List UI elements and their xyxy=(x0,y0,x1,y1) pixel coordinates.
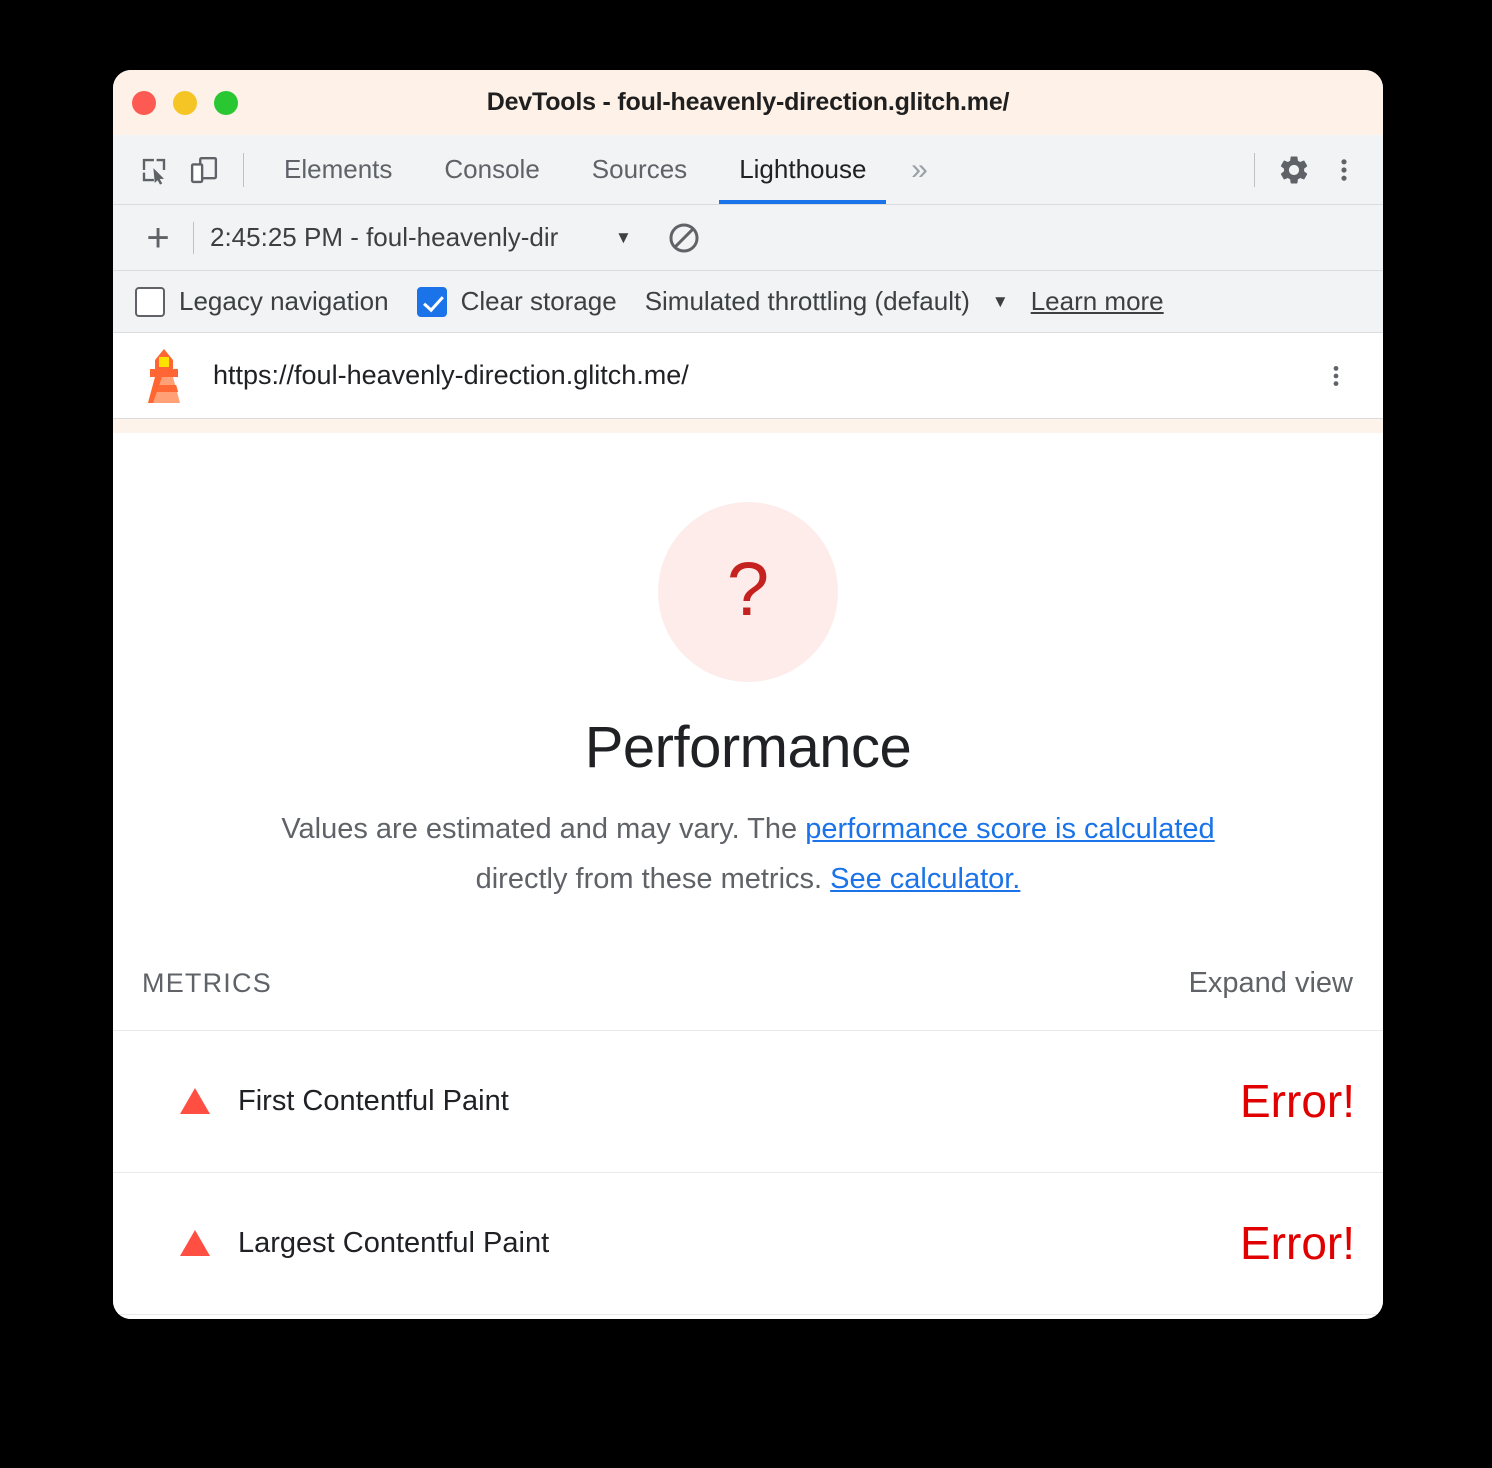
report-select[interactable]: 2:45:25 PM - foul-heavenly-dir ▼ xyxy=(210,222,632,253)
checkbox-label: Clear storage xyxy=(460,286,617,316)
close-button[interactable] xyxy=(132,90,156,115)
screenshot-root: DevTools - foul-heavenly-direction.glitc… xyxy=(0,0,1492,1468)
new-report-button[interactable]: + xyxy=(135,215,181,261)
description-part-2: directly from these metrics. xyxy=(475,862,831,895)
tab-label: Sources xyxy=(591,154,688,184)
checkbox-box xyxy=(416,286,447,317)
device-toolbar-icon[interactable] xyxy=(179,145,229,195)
metrics-header: METRICS Expand view xyxy=(113,967,1383,1000)
report-url: https://foul-heavenly-direction.glitch.m… xyxy=(213,360,689,390)
minimize-button[interactable] xyxy=(173,90,197,115)
metrics-list: First Contentful Paint Error! Largest Co… xyxy=(113,1029,1383,1315)
report-url-bar: https://foul-heavenly-direction.glitch.m… xyxy=(113,333,1383,419)
tab-sources[interactable]: Sources xyxy=(566,135,713,204)
metric-value: Error! xyxy=(1240,1075,1355,1128)
metric-name: First Contentful Paint xyxy=(238,1084,509,1117)
report-menu-button[interactable] xyxy=(1323,333,1349,418)
warning-triangle-icon xyxy=(180,1088,210,1115)
tab-label: Console xyxy=(444,154,540,184)
lighthouse-settings-row: Legacy navigation Clear storage Simulate… xyxy=(113,271,1383,333)
expand-view-toggle[interactable]: Expand view xyxy=(1189,967,1353,1000)
checkbox-box xyxy=(135,286,165,317)
window-controls xyxy=(132,70,238,135)
description-part-1: Values are estimated and may vary. The xyxy=(281,813,806,845)
window-titlebar: DevTools - foul-heavenly-direction.glitc… xyxy=(113,70,1383,135)
legacy-navigation-checkbox[interactable]: Legacy navigation xyxy=(135,286,389,317)
tab-lighthouse[interactable]: Lighthouse xyxy=(713,135,892,204)
see-calculator-link[interactable]: See calculator. xyxy=(830,863,1020,895)
table-row[interactable]: First Contentful Paint Error! xyxy=(113,1031,1383,1173)
score-value: ? xyxy=(726,547,770,632)
category-description: Values are estimated and may vary. The p… xyxy=(113,805,1383,905)
chevron-down-icon: ▼ xyxy=(615,227,632,247)
score-gauge-container: ? xyxy=(113,502,1383,682)
learn-more-link[interactable]: Learn more xyxy=(1031,286,1164,317)
lighthouse-icon xyxy=(137,347,191,405)
report-select-value: 2:45:25 PM - foul-heavenly-dir xyxy=(210,222,559,252)
metrics-section-title: METRICS xyxy=(142,967,272,998)
panel-tabs: Elements Console Sources Lighthouse » xyxy=(258,135,946,204)
tab-label: Elements xyxy=(284,154,393,184)
tab-label: Lighthouse xyxy=(739,154,867,184)
category-title: Performance xyxy=(584,715,912,780)
performance-score-link[interactable]: performance score is calculated xyxy=(805,813,1214,845)
report-header-strip xyxy=(113,419,1383,433)
warning-triangle-icon xyxy=(180,1230,210,1257)
clear-storage-checkbox[interactable]: Clear storage xyxy=(416,286,617,317)
table-row[interactable]: Largest Contentful Paint Error! xyxy=(113,1173,1383,1315)
toolbar-divider xyxy=(243,152,244,187)
more-tabs-icon[interactable]: » xyxy=(892,135,946,204)
zoom-button[interactable] xyxy=(214,90,238,115)
toolbar-divider xyxy=(193,221,194,254)
throttling-select-value[interactable]: Simulated throttling (default) xyxy=(645,286,970,317)
devtools-window: DevTools - foul-heavenly-direction.glitc… xyxy=(113,70,1383,1319)
no-entry-icon[interactable] xyxy=(662,216,706,260)
tabbar-actions xyxy=(1240,135,1369,204)
gear-icon[interactable] xyxy=(1269,145,1319,195)
window-title: DevTools - foul-heavenly-direction.glitc… xyxy=(486,88,1010,116)
lighthouse-run-toolbar: + 2:45:25 PM - foul-heavenly-dir ▼ xyxy=(113,205,1383,271)
lighthouse-report: ? Performance Values are estimated and m… xyxy=(113,502,1383,1319)
metric-value: Error! xyxy=(1240,1217,1355,1270)
kebab-menu-icon[interactable] xyxy=(1319,145,1369,195)
toolbar-divider xyxy=(1254,152,1255,187)
chevron-down-icon[interactable]: ▼ xyxy=(992,292,1009,312)
checkbox-label: Legacy navigation xyxy=(179,286,389,316)
metric-name: Largest Contentful Paint xyxy=(238,1226,550,1259)
performance-score-gauge: ? xyxy=(658,502,838,682)
devtools-tabbar: Elements Console Sources Lighthouse » xyxy=(113,135,1383,205)
inspect-element-icon[interactable] xyxy=(129,145,179,195)
tab-elements[interactable]: Elements xyxy=(258,135,418,204)
tab-console[interactable]: Console xyxy=(418,135,565,204)
